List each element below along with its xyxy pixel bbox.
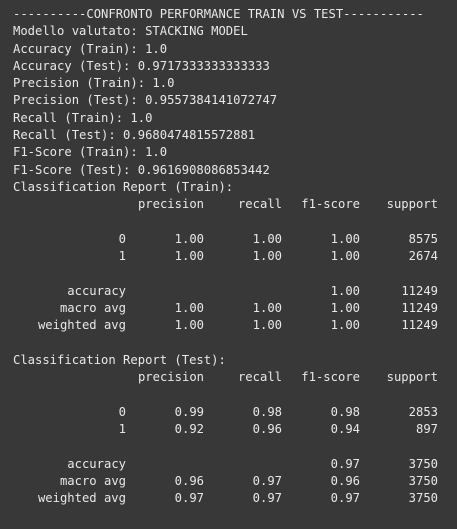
col-f1-score: f1-score [301,197,360,212]
metric-f1-test: F1-Score (Test): 0.9616908086853442 [13,162,270,177]
metric-precision-test: Precision (Test): 0.9557384141072747 [13,93,278,108]
table-row: 1 1.00 1.00 1.00 2674 [118,249,438,264]
table-row-accuracy: accuracy 0.97 3750 [67,456,438,471]
col-support: support [386,197,438,212]
col-support: support [386,370,438,385]
metric-model: Modello valutato: STACKING MODEL [13,24,248,39]
metric-f1-train: F1-Score (Train): 1.0 [13,145,168,160]
metric-precision-train: Precision (Train): 1.0 [13,76,175,91]
table-row-macro-avg: macro avg 0.96 0.97 0.96 3750 [59,474,438,489]
train-report-title: Classification Report (Train): [13,179,234,194]
col-f1-score: f1-score [301,370,360,385]
table-row: 0 1.00 1.00 1.00 8575 [118,231,438,246]
metric-recall-test: Recall (Test): 0.9680474815572881 [13,128,256,143]
col-recall: recall [237,197,282,212]
col-recall: recall [237,370,282,385]
test-report-header: precision recall f1-score support [13,369,457,386]
metric-accuracy-train: Accuracy (Train): 1.0 [13,41,168,56]
table-row: 0 0.99 0.98 0.98 2853 [118,404,438,419]
section-header: ----------CONFRONTO PERFORMANCE TRAIN VS… [13,7,424,21]
metric-accuracy-test: Accuracy (Test): 0.9717333333333333 [13,58,270,73]
col-precision: precision [137,197,204,212]
table-row-weighted-avg: weighted avg 1.00 1.00 1.00 11249 [37,318,438,333]
table-row-accuracy: accuracy 1.00 11249 [67,283,438,298]
metric-recall-train: Recall (Train): 1.0 [13,110,153,125]
test-report-title: Classification Report (Test): [13,352,226,367]
table-row: 1 0.92 0.96 0.94 897 [118,422,438,437]
console-output: ----------CONFRONTO PERFORMANCE TRAIN VS… [0,0,457,529]
table-row-weighted-avg: weighted avg 0.97 0.97 0.97 3750 [37,491,438,506]
col-precision: precision [137,370,204,385]
table-row-macro-avg: macro avg 1.00 1.00 1.00 11249 [59,301,438,316]
train-report-header: precision recall f1-score support [13,196,457,213]
